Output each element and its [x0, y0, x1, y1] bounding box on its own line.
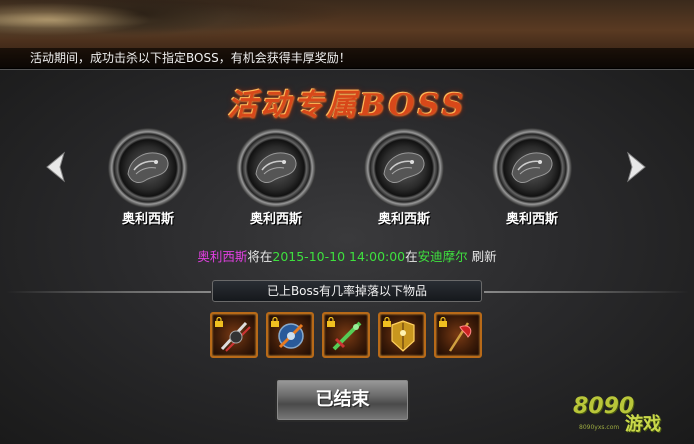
boss-card[interactable]: 奥利西斯 — [362, 128, 446, 227]
boss-name: 奥利西斯 — [249, 212, 302, 227]
lock-icon — [439, 317, 447, 327]
boss-portrait — [236, 128, 316, 208]
divider-left — [6, 291, 211, 293]
dragon-head-icon — [383, 152, 425, 183]
boss-card[interactable]: 奥利西斯 — [106, 128, 190, 227]
page-title: 活动专属BOSS — [227, 88, 467, 123]
boss-spawn-info: 奥利西斯将在2015-10-10 14:00:00在安迪摩尔 刷新 — [0, 246, 694, 265]
logo-text: 游戏 — [625, 414, 661, 435]
boss-card[interactable]: 奥利西斯 — [490, 128, 574, 227]
info-location: 安迪摩尔 — [417, 249, 468, 264]
logo-url: 8090yxs.com — [579, 424, 620, 431]
lock-icon — [327, 317, 335, 327]
site-logo: 8090 游戏 8090yxs.com — [573, 394, 689, 440]
boss-portrait — [364, 128, 444, 208]
chevron-right-icon — [627, 151, 646, 183]
lock-icon — [271, 317, 279, 327]
top-banner: 活动期间，成功击杀以下指定BOSS，有机会获得丰厚奖励！ — [0, 0, 694, 68]
boss-name: 奥利西斯 — [377, 212, 430, 227]
drop-item[interactable] — [210, 312, 258, 358]
banner-artwork — [0, 0, 230, 48]
info-time: 2015-10-10 14:00:00 — [272, 249, 406, 264]
lock-icon — [215, 317, 223, 327]
dragon-head-icon — [511, 152, 553, 183]
info-refresh: 刷新 — [467, 249, 497, 264]
divider-right — [484, 291, 689, 293]
drop-item[interactable] — [378, 312, 426, 358]
drop-item[interactable] — [434, 312, 482, 358]
boss-portrait — [108, 128, 188, 208]
drop-item[interactable] — [322, 312, 370, 358]
boss-card[interactable]: 奥利西斯 — [234, 128, 318, 227]
drop-item[interactable] — [266, 312, 314, 358]
next-arrow-button[interactable] — [624, 150, 648, 184]
boss-name: 奥利西斯 — [121, 212, 174, 227]
boss-portrait — [492, 128, 572, 208]
prev-arrow-button[interactable] — [44, 150, 68, 184]
lock-icon — [383, 317, 391, 327]
boss-name: 奥利西斯 — [505, 212, 558, 227]
banner-notice: 活动期间，成功击杀以下指定BOSS，有机会获得丰厚奖励！ — [0, 48, 694, 68]
info-boss-name: 奥利西斯 — [197, 249, 248, 264]
ended-button[interactable]: 已结束 — [275, 378, 410, 422]
drops-header: 已上Boss有几率掉落以下物品 — [212, 280, 482, 302]
dragon-head-icon — [255, 152, 297, 183]
info-at: 在 — [405, 249, 418, 264]
info-will-at: 将在 — [247, 249, 273, 264]
chevron-left-icon — [46, 151, 65, 183]
dragon-head-icon — [127, 152, 169, 183]
